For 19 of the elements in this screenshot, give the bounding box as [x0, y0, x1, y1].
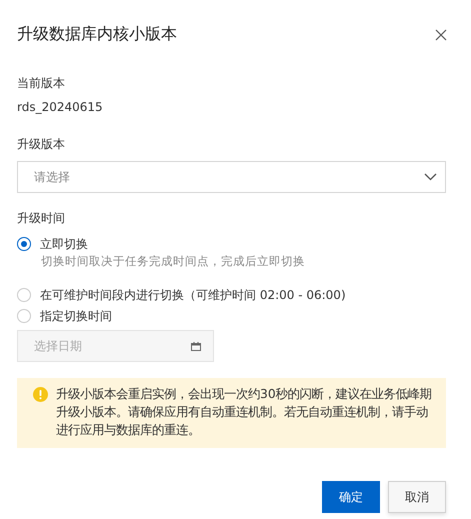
cancel-button[interactable]: 取消	[388, 481, 446, 513]
field-label: 升级时间	[17, 210, 66, 227]
calendar-icon	[191, 342, 201, 350]
radio-label[interactable]: 立即切换	[40, 235, 88, 253]
field-label: 当前版本	[17, 75, 66, 92]
close-button[interactable]	[434, 28, 448, 42]
radio-label[interactable]: 指定切换时间	[40, 307, 112, 325]
field-value: rds_20240615	[17, 100, 104, 114]
warning-text: 升级小版本会重启实例，会出现一次约30秒的闪断，建议在业务低峰期升级小版本。请确保应用有自动重连机制。若无自动重连机制，请手动进行应用与数据库的重连。	[56, 386, 433, 439]
radio-label[interactable]: 在可维护时间段内进行切换（可维护时间 02:00 - 06:00)	[40, 286, 346, 304]
close-icon	[434, 28, 448, 42]
radio-button[interactable]	[17, 237, 31, 251]
confirm-button[interactable]: 确定	[322, 481, 380, 513]
option-description: 切换时间取决于任务完成时间点，完成后立即切换	[41, 254, 306, 269]
warning-icon	[33, 387, 48, 402]
chevron-down-icon	[424, 173, 437, 181]
dialog-title: 升级数据库内核小版本	[17, 24, 177, 45]
field-label: 升级版本	[17, 136, 66, 153]
version-select[interactable]: 请选择	[17, 161, 446, 193]
